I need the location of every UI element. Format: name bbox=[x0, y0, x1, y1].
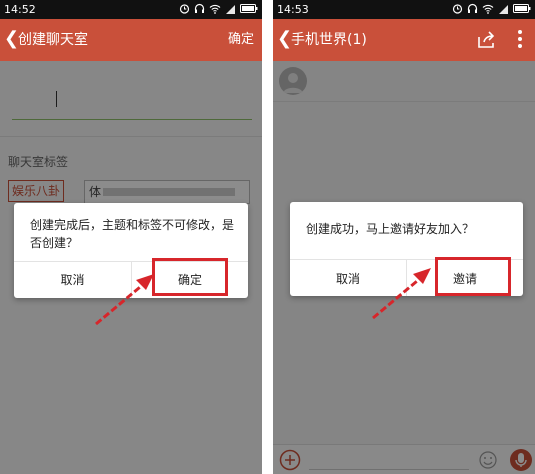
status-bar: 14:53 bbox=[273, 0, 535, 19]
left-phone-screen: 14:52 ❮ 创建聊天室 确定 聊天室标签 娱乐八卦 体 创建完成后，主题和标… bbox=[0, 0, 262, 474]
headset-icon bbox=[467, 3, 478, 14]
page-title: 手机世界(1) bbox=[291, 32, 367, 48]
battery-icon bbox=[513, 4, 531, 13]
signal-icon bbox=[225, 4, 236, 14]
status-bar: 14:52 bbox=[0, 0, 262, 19]
headset-icon bbox=[194, 3, 205, 14]
status-icons bbox=[452, 3, 531, 14]
battery-icon bbox=[240, 4, 258, 13]
signal-icon bbox=[498, 4, 509, 14]
status-time: 14:53 bbox=[277, 3, 309, 16]
invite-button-highlight bbox=[435, 257, 511, 296]
dialog-message: 创建完成后，主题和标签不可修改，是否创建？ bbox=[30, 218, 235, 250]
more-icon[interactable] bbox=[517, 29, 523, 53]
ok-button-highlight bbox=[152, 258, 228, 296]
confirm-button[interactable]: 确定 bbox=[228, 31, 254, 49]
title-bar: ❮ 创建聊天室 确定 bbox=[0, 19, 262, 61]
pointer-arrow bbox=[372, 268, 431, 320]
pointer-arrow bbox=[95, 274, 154, 326]
page-title: 创建聊天室 bbox=[18, 32, 88, 48]
right-phone-screen: 14:53 ❮ 手机世界(1) 创建成功，马上邀请好友加入？ 取消 邀请 bbox=[273, 0, 535, 474]
title-bar: ❮ 手机世界(1) bbox=[273, 19, 535, 61]
dialog-message: 创建成功，马上邀请好友加入？ bbox=[306, 222, 475, 236]
alarm-icon bbox=[179, 3, 190, 14]
share-icon[interactable] bbox=[476, 30, 496, 54]
alarm-icon bbox=[452, 3, 463, 14]
wifi-icon bbox=[209, 4, 221, 14]
back-arrow-icon[interactable]: ❮ bbox=[4, 29, 19, 49]
back-arrow-icon[interactable]: ❮ bbox=[277, 29, 292, 49]
wifi-icon bbox=[482, 4, 494, 14]
status-icons bbox=[179, 3, 258, 14]
status-time: 14:52 bbox=[4, 3, 36, 16]
